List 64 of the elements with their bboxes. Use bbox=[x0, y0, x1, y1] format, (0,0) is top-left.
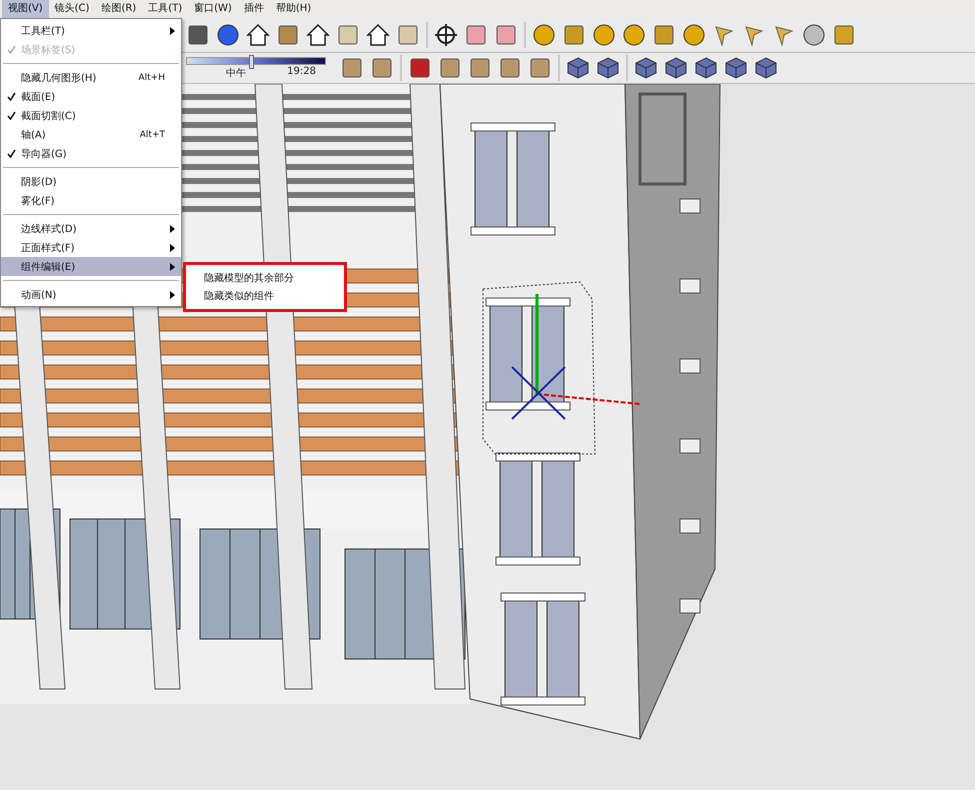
cube-icon[interactable] bbox=[724, 56, 748, 80]
square-icon[interactable] bbox=[396, 23, 420, 47]
menu-item[interactable]: 边线样式(D) bbox=[1, 219, 181, 238]
menu-item[interactable]: 组件编辑(E) bbox=[1, 257, 181, 276]
cube-icon[interactable] bbox=[566, 56, 590, 80]
menu-item[interactable]: 正面样式(F) bbox=[1, 238, 181, 257]
wall-bracket bbox=[680, 358, 700, 374]
crosshair-icon[interactable] bbox=[434, 23, 458, 47]
cube-icon[interactable] bbox=[754, 56, 778, 80]
wall-bracket bbox=[680, 198, 700, 214]
square-icon[interactable] bbox=[464, 23, 488, 47]
circle-icon[interactable] bbox=[682, 23, 706, 47]
menu-item[interactable]: 导向器(G) bbox=[1, 144, 181, 163]
square-icon[interactable] bbox=[652, 23, 676, 47]
menu-bar-item[interactable]: 帮助(H) bbox=[270, 0, 318, 18]
menu-item[interactable]: 截面(E) bbox=[1, 87, 181, 106]
house-icon[interactable] bbox=[366, 23, 390, 47]
menu-item[interactable]: 工具栏(T) bbox=[1, 21, 181, 40]
square-icon[interactable] bbox=[498, 56, 522, 80]
menu-item[interactable]: 隐藏类似的组件 bbox=[186, 287, 344, 305]
shadow-time-slider[interactable]: 中午 19:28 bbox=[186, 56, 326, 80]
wall-bracket bbox=[680, 438, 700, 454]
circle-icon[interactable] bbox=[802, 23, 826, 47]
square-icon[interactable] bbox=[340, 56, 364, 80]
menu-bar-item[interactable]: 工具(T) bbox=[142, 0, 188, 18]
square-icon[interactable] bbox=[408, 56, 432, 80]
cube-icon[interactable] bbox=[634, 56, 658, 80]
cube-icon[interactable] bbox=[694, 56, 718, 80]
circle-icon[interactable] bbox=[622, 23, 646, 47]
house-icon[interactable] bbox=[306, 23, 330, 47]
menu-bar-item[interactable]: 镜头(C) bbox=[48, 0, 96, 18]
wall-bracket bbox=[680, 518, 700, 534]
slider-thumb[interactable] bbox=[249, 54, 254, 68]
menu-item[interactable]: 轴(A) Alt+T bbox=[1, 125, 181, 144]
circle-icon[interactable] bbox=[592, 23, 616, 47]
square-icon[interactable] bbox=[186, 23, 210, 47]
menu-item[interactable]: 截面切割(C) bbox=[1, 106, 181, 125]
wall-bracket bbox=[680, 278, 700, 294]
slider-label: 中午 bbox=[226, 66, 246, 80]
menu-bar-item[interactable]: 窗口(W) bbox=[188, 0, 238, 18]
square-icon[interactable] bbox=[494, 23, 518, 47]
menu-bar-item[interactable]: 插件 bbox=[238, 0, 270, 18]
square-icon[interactable] bbox=[370, 56, 394, 80]
menu-item[interactable]: 动画(N) bbox=[1, 285, 181, 304]
circle-icon[interactable] bbox=[216, 23, 240, 47]
square-icon[interactable] bbox=[276, 23, 300, 47]
menu-item[interactable]: 隐藏几何图形(H) Alt+H bbox=[1, 68, 181, 87]
menu-bar-item[interactable]: 绘图(R) bbox=[95, 0, 142, 18]
square-icon[interactable] bbox=[832, 23, 856, 47]
circle-icon[interactable] bbox=[532, 23, 556, 47]
menu-bar-item[interactable]: 视图(V) bbox=[2, 0, 49, 18]
menu-item[interactable]: 雾化(F) bbox=[1, 191, 181, 210]
wall-bracket bbox=[680, 598, 700, 614]
square-icon[interactable] bbox=[468, 56, 492, 80]
menu-item[interactable]: 隐藏模型的其余部分 bbox=[186, 269, 344, 287]
cube-icon[interactable] bbox=[664, 56, 688, 80]
square-icon[interactable] bbox=[562, 23, 586, 47]
cube-icon[interactable] bbox=[596, 56, 620, 80]
square-icon[interactable] bbox=[438, 56, 462, 80]
house-icon[interactable] bbox=[246, 23, 270, 47]
menu-item[interactable]: 阴影(D) bbox=[1, 172, 181, 191]
square-icon[interactable] bbox=[336, 23, 360, 47]
slider-label: 19:28 bbox=[287, 66, 316, 78]
square-icon[interactable] bbox=[528, 56, 552, 80]
